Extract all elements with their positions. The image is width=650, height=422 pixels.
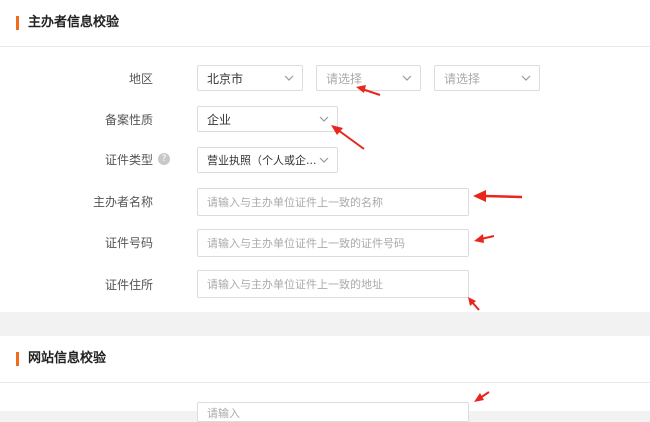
annotation-arrow: [474, 234, 495, 243]
annotation-arrow: [473, 190, 523, 202]
annotation-arrows: [331, 85, 523, 402]
annotation-arrow: [331, 125, 365, 150]
annotation-arrow: [468, 297, 480, 311]
annotation-arrow: [474, 391, 490, 402]
annotation-arrow: [356, 85, 381, 96]
